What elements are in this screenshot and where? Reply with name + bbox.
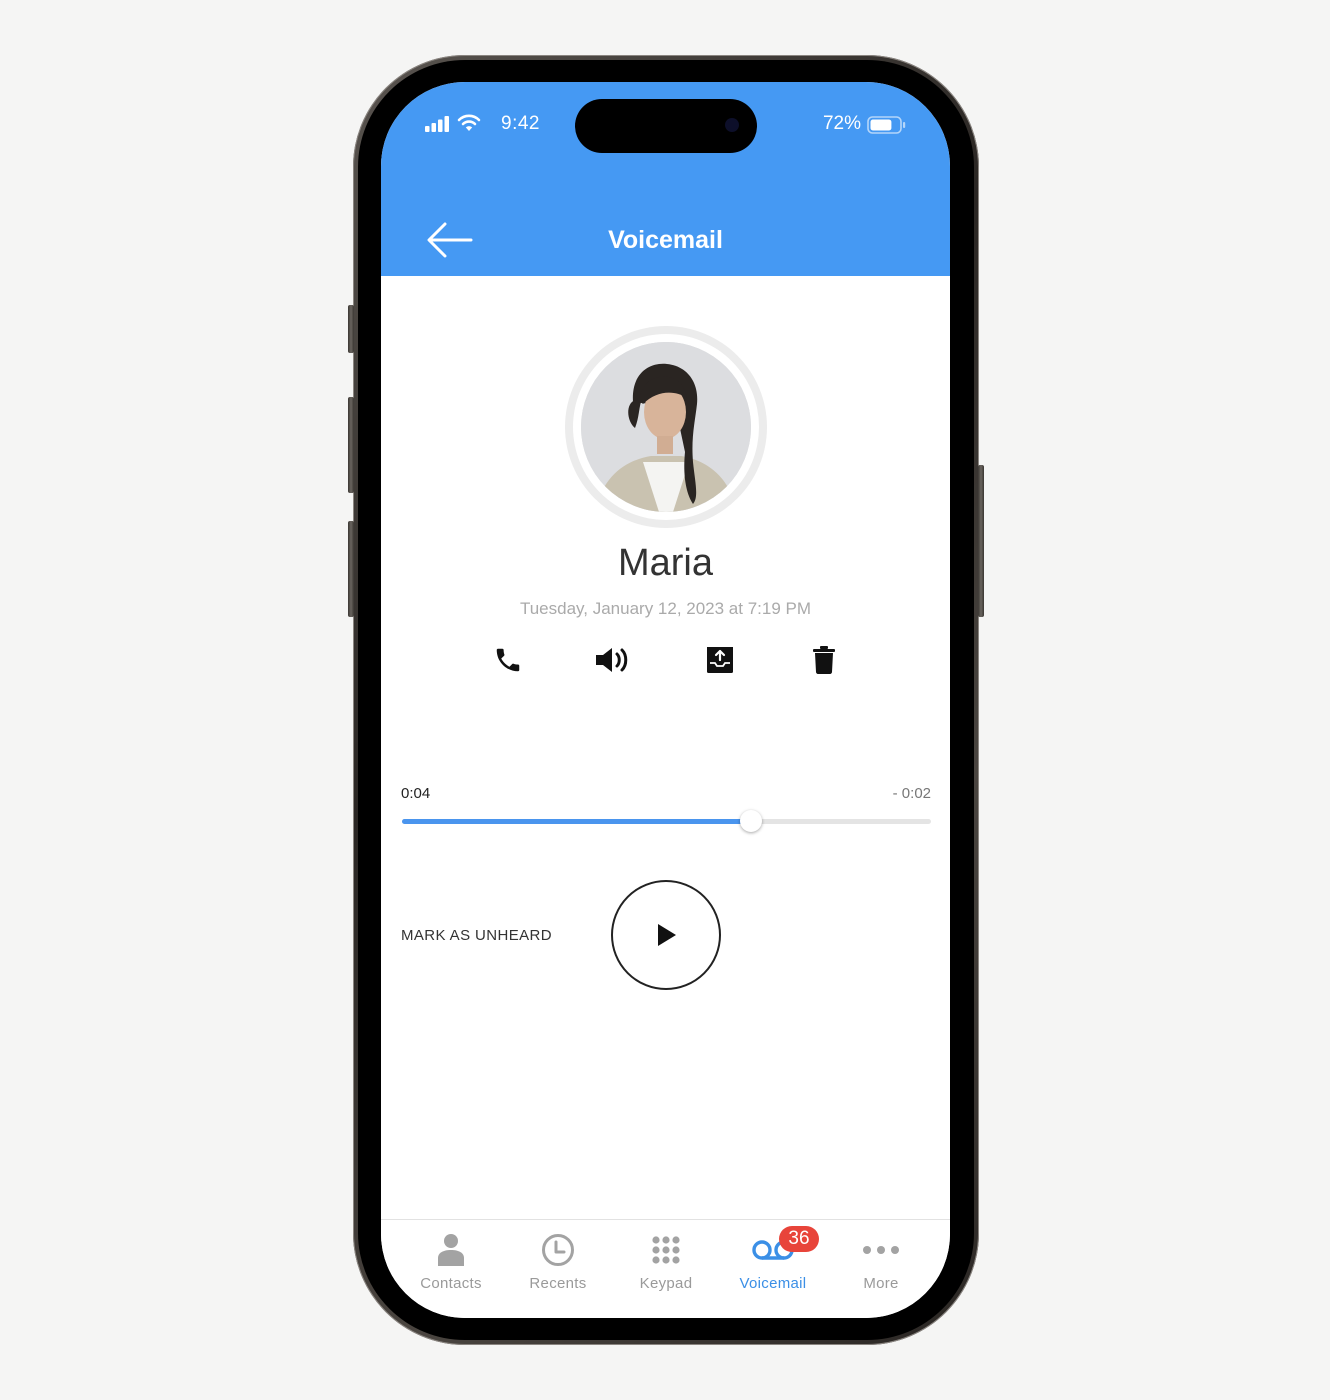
- elapsed-time: 0:04: [401, 785, 431, 802]
- tab-recents[interactable]: Recents: [504, 1220, 612, 1300]
- action-button: [348, 305, 354, 353]
- share-button[interactable]: [700, 642, 740, 678]
- volume-down-button: [348, 521, 354, 617]
- voicemail-date: Tuesday, January 12, 2023 at 7:19 PM: [519, 599, 812, 618]
- volume-up-button: [348, 397, 354, 493]
- more-dots-icon: [863, 1246, 899, 1254]
- tab-more[interactable]: More: [827, 1220, 935, 1300]
- tab-label: Recents: [529, 1275, 587, 1292]
- cellular-signal-icon: [425, 116, 449, 132]
- slider-thumb[interactable]: [740, 810, 763, 832]
- call-button[interactable]: [488, 642, 528, 678]
- tab-bar: Contacts Recents Keypad 36 Voicemail Mor…: [381, 1219, 950, 1318]
- battery-icon: [867, 116, 906, 134]
- contact-avatar: [581, 342, 751, 512]
- tab-label: Voicemail: [739, 1275, 807, 1292]
- remaining-time: - 0:02: [892, 785, 931, 802]
- keypad-icon: [652, 1236, 680, 1264]
- playback-progress: [402, 819, 752, 824]
- play-icon: [658, 924, 676, 946]
- tab-contacts[interactable]: Contacts: [397, 1220, 505, 1300]
- contact-photo: [581, 342, 751, 512]
- status-time: 9:42: [501, 113, 540, 134]
- tab-keypad[interactable]: Keypad: [612, 1220, 720, 1300]
- unread-badge: 36: [779, 1226, 819, 1252]
- tab-label: Contacts: [420, 1275, 482, 1292]
- playback-slider[interactable]: [402, 810, 931, 832]
- contact-name: Maria: [617, 542, 714, 584]
- tab-voicemail[interactable]: 36 Voicemail: [719, 1220, 827, 1300]
- tab-label: More: [863, 1275, 899, 1292]
- dynamic-island: [575, 99, 757, 153]
- trash-icon: [813, 646, 835, 674]
- share-upload-icon: [707, 647, 733, 673]
- wifi-icon: [457, 114, 481, 131]
- page-title: Voicemail: [608, 226, 723, 254]
- clock-icon: [542, 1234, 574, 1266]
- app-header: 9:42 72% Voicemail: [381, 82, 950, 276]
- speaker-icon: [596, 648, 628, 672]
- speaker-button[interactable]: [592, 642, 632, 678]
- person-icon: [438, 1234, 464, 1266]
- tab-label: Keypad: [639, 1275, 693, 1292]
- phone-icon: [496, 648, 520, 672]
- play-button[interactable]: [611, 880, 721, 990]
- camera-icon: [725, 118, 739, 132]
- battery-percentage: 72%: [822, 113, 861, 134]
- mark-as-unheard-button[interactable]: MARK AS UNHEARD: [401, 927, 552, 944]
- power-button: [978, 465, 984, 617]
- phone-screen: 9:42 72% Voicemail Maria Tuesday, Januar…: [381, 82, 950, 1318]
- delete-button[interactable]: [804, 642, 844, 678]
